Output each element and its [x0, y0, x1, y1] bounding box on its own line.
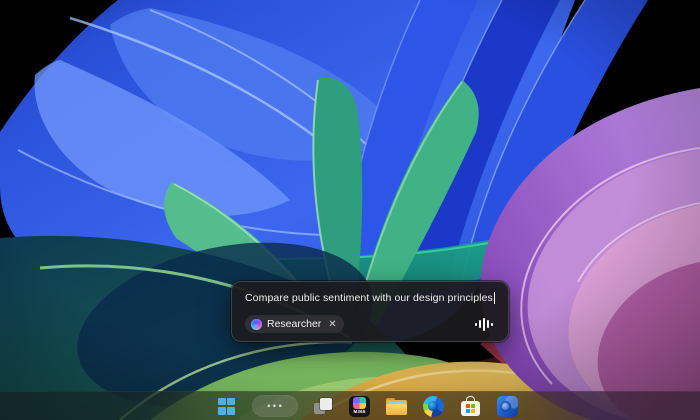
query-text: Compare public sentiment with our design… [245, 292, 493, 304]
windows-logo-icon [218, 398, 235, 415]
file-explorer-icon [386, 398, 407, 415]
m365-icon-label: M365 [353, 410, 365, 415]
m365-copilot-app-button[interactable]: M365 [348, 394, 372, 418]
edge-button[interactable] [422, 394, 446, 418]
task-view-button[interactable] [311, 394, 335, 418]
microsoft-store-button[interactable] [459, 394, 483, 418]
taskbar: ••• M365 [0, 391, 700, 420]
search-box[interactable]: ••• [252, 395, 298, 417]
agent-chip-label: Researcher [267, 318, 321, 330]
voice-waveform-icon[interactable] [475, 317, 495, 331]
outlook-icon [497, 396, 518, 417]
microsoft-store-icon [461, 396, 480, 416]
task-view-icon [314, 397, 332, 415]
search-ellipsis-icon: ••• [265, 402, 284, 411]
outlook-button[interactable] [496, 394, 520, 418]
start-button[interactable] [215, 394, 239, 418]
text-caret [494, 292, 495, 304]
m365-copilot-icon: M365 [349, 396, 370, 417]
file-explorer-button[interactable] [385, 394, 409, 418]
edge-icon [423, 396, 444, 417]
copilot-icon [251, 319, 262, 330]
query-input[interactable]: Compare public sentiment with our design… [245, 292, 495, 304]
copilot-command-bar[interactable]: Compare public sentiment with our design… [231, 281, 509, 342]
researcher-agent-chip[interactable]: Researcher ✕ [245, 315, 344, 333]
bloom-wallpaper [0, 0, 700, 420]
desktop: Compare public sentiment with our design… [0, 0, 700, 420]
command-bar-footer: Researcher ✕ [245, 315, 495, 333]
taskbar-items: ••• M365 [17, 392, 700, 420]
chip-close-icon[interactable]: ✕ [328, 319, 336, 330]
